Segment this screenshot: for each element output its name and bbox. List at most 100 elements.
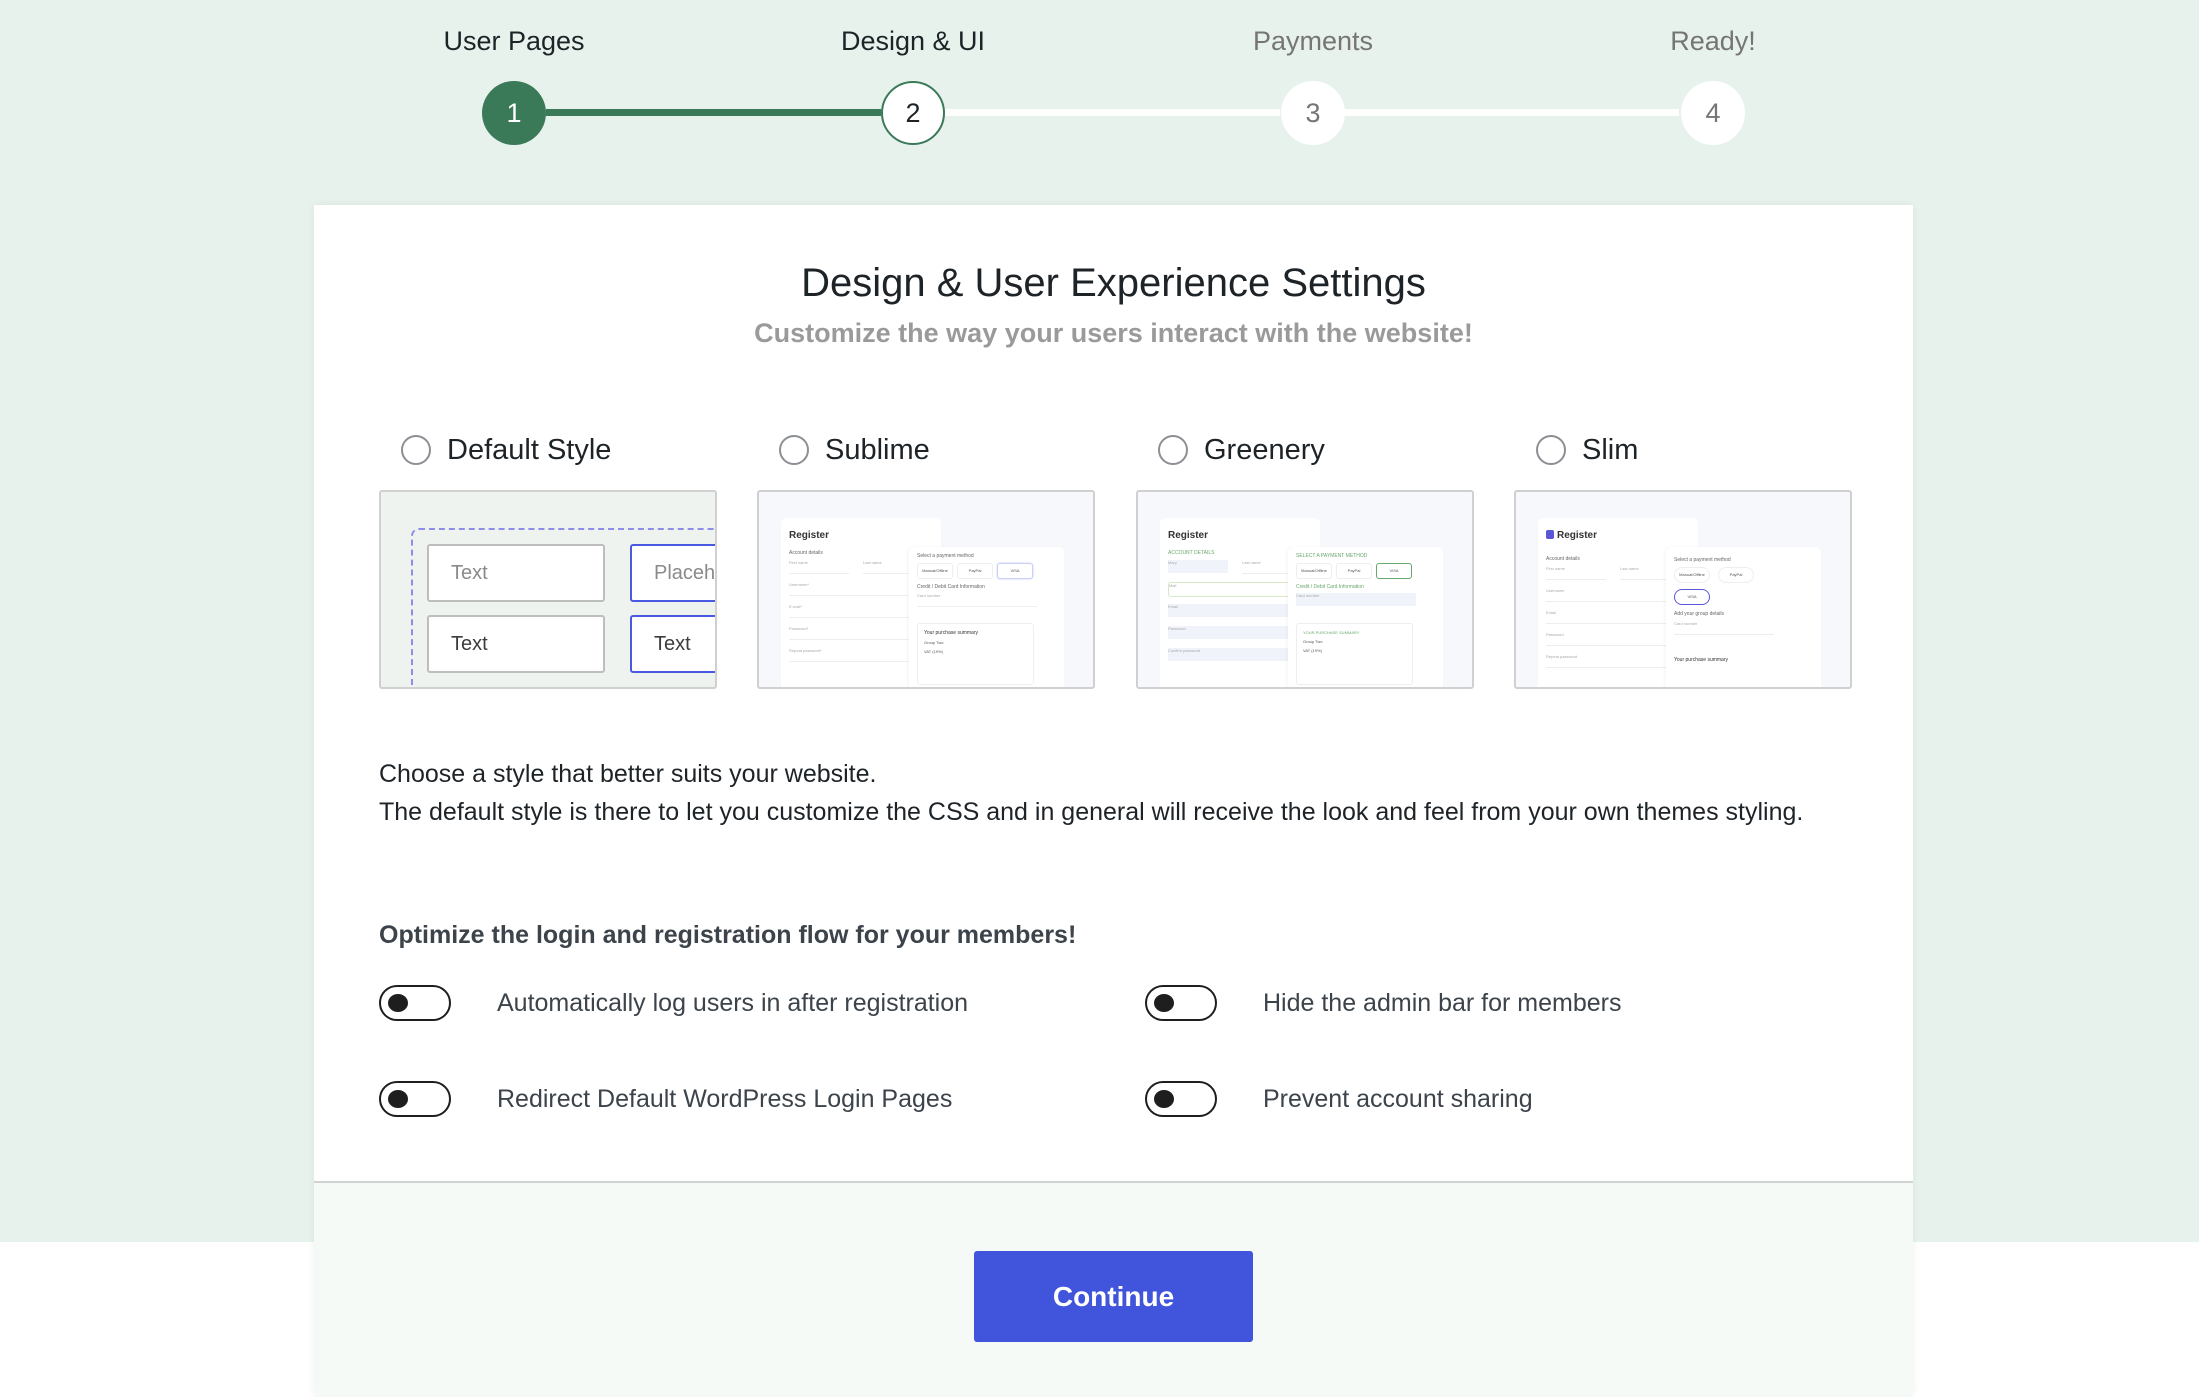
preview-pay-option: VISA (1674, 589, 1710, 605)
preview-pay-option: Manual/Offline (1674, 567, 1710, 583)
preview-field: First name (789, 560, 849, 574)
style-radio-slim[interactable]: Slim (1514, 430, 1852, 470)
step-3-circle: 3 (1281, 81, 1345, 145)
preview-field: Username* (789, 582, 914, 596)
preview-summary-row: Group Two (924, 640, 944, 645)
preview-payment-panel: Select a payment method Manual/Offline P… (909, 547, 1064, 687)
preview-payment-panel: Select a payment method Manual/Offline P… (1666, 547, 1821, 687)
preview-field: Last name (1620, 566, 1670, 580)
preview-section: Account details (1546, 556, 1580, 562)
preview-heading: Register (789, 530, 830, 541)
preview-payment-heading: Select a payment method (917, 553, 974, 559)
page-title: Design & User Experience Settings (801, 261, 1426, 305)
user-badge-icon (1546, 530, 1554, 539)
toggle-redirect-login[interactable]: Redirect Default WordPress Login Pages (379, 1079, 952, 1119)
toggle-hide-admin-bar[interactable]: Hide the admin bar for members (1145, 983, 1621, 1023)
preview-summary-heading: YOUR PURCHASE SUMMARY (1303, 630, 1360, 635)
continue-button[interactable]: Continue (974, 1251, 1253, 1342)
setup-stepper: User Pages Design & UI Payments Ready! 1… (0, 0, 2199, 160)
preview-field: Password (1546, 632, 1671, 646)
preview-field: Username (1546, 588, 1671, 602)
toggle-label: Hide the admin bar for members (1263, 988, 1622, 1017)
preview-field: Last name (1242, 560, 1292, 574)
toggle-knob (388, 1090, 408, 1108)
toggle-switch[interactable] (1145, 1081, 1217, 1117)
step-label-payments: Payments (1252, 26, 1374, 56)
toggle-label: Prevent account sharing (1263, 1084, 1533, 1113)
toggle-switch[interactable] (379, 1081, 451, 1117)
toggle-knob (1154, 994, 1174, 1012)
style-label: Slim (1582, 433, 1639, 466)
preview-summary: YOUR PURCHASE SUMMARY Group Two VAT (19%… (1296, 623, 1413, 685)
style-option-default[interactable]: Default Style Text Placeholder Text Text (379, 430, 717, 689)
style-radio-sublime[interactable]: Sublime (757, 430, 1095, 470)
preview-pay-option: VISA (997, 563, 1033, 579)
toggle-knob (388, 994, 408, 1012)
style-radio-greenery[interactable]: Greenery (1136, 430, 1474, 470)
style-radio-default[interactable]: Default Style (379, 430, 717, 470)
step-1-circle[interactable]: 1 (482, 81, 546, 145)
description-line-1: Choose a style that better suits your we… (379, 760, 877, 788)
page-subtitle: Customize the way your users interact wi… (754, 318, 1473, 348)
style-description: Choose a style that better suits your we… (379, 755, 1869, 831)
preview-field: Email (1546, 610, 1671, 624)
preview-summary-row: Group Two (1303, 639, 1323, 644)
step-label-user-pages: User Pages (443, 26, 585, 56)
style-option-slim[interactable]: Slim Register Account details First name… (1514, 430, 1852, 689)
preview-payment-heading: Select a payment method (1674, 557, 1731, 563)
preview-card-field: Card number (917, 593, 1037, 607)
step-label-ready: Ready! (1670, 26, 1756, 56)
radio-button[interactable] (1158, 435, 1188, 465)
toggle-label: Automatically log users in after registr… (497, 988, 969, 1017)
toggle-auto-login[interactable]: Automatically log users in after registr… (379, 983, 968, 1023)
settings-card: Design & User Experience Settings Custom… (314, 205, 1913, 1397)
preview-field: Password* (789, 626, 914, 640)
preview-field: Email (1168, 604, 1293, 617)
preview-field: Placeholder (630, 544, 715, 602)
preview-summary: Your purchase summary Group Two VAT (19%… (917, 623, 1034, 685)
step-connector-3-4 (1344, 109, 1679, 116)
step-connector-2-3 (945, 109, 1280, 116)
toggle-prevent-sharing[interactable]: Prevent account sharing (1145, 1079, 1533, 1119)
preview-pay-option: PayPal (1718, 567, 1754, 583)
style-preview-slim[interactable]: Register Account details First name Last… (1514, 490, 1852, 689)
preview-card-field: Card number (1296, 593, 1416, 606)
preview-pay-option: Manual/Offline (917, 563, 953, 579)
preview-pay-option: PayPal (1336, 563, 1372, 579)
preview-summary-heading: Your purchase summary (1674, 657, 1729, 663)
preview-field: Repeat password* (789, 648, 914, 662)
step-2-circle: 2 (881, 81, 945, 145)
preview-summary-row: VAT (19%) (1303, 648, 1322, 653)
radio-button[interactable] (401, 435, 431, 465)
preview-pay-option: VISA (1376, 563, 1412, 579)
preview-summary-heading: Your purchase summary (924, 630, 979, 636)
style-preview-greenery[interactable]: Register ACCOUNT DETAILS Mary Last name … (1136, 490, 1474, 689)
preview-field: First name (1546, 566, 1606, 580)
preview-summary-row: VAT (19%) (924, 649, 943, 654)
options-heading: Optimize the login and registration flow… (379, 921, 1077, 949)
style-preview-sublime[interactable]: Register Account details First name Last… (757, 490, 1095, 689)
preview-section: Account details (789, 550, 823, 556)
radio-button[interactable] (1536, 435, 1566, 465)
style-preview-default[interactable]: Text Placeholder Text Text (379, 490, 717, 689)
style-label: Sublime (825, 433, 930, 466)
radio-button[interactable] (779, 435, 809, 465)
toggle-switch[interactable] (1145, 985, 1217, 1021)
style-option-sublime[interactable]: Sublime Register Account details First n… (757, 430, 1095, 689)
toggle-knob (1154, 1090, 1174, 1108)
toggle-label: Redirect Default WordPress Login Pages (497, 1084, 953, 1113)
preview-field: Text (630, 615, 715, 673)
preview-field: Text (427, 544, 605, 602)
preview-card-heading: Credit / Debit Card Information (1296, 584, 1364, 590)
preview-field: E-mail* (789, 604, 914, 618)
toggle-switch[interactable] (379, 985, 451, 1021)
preview-pay-option: Manual/Offline (1296, 563, 1332, 579)
preview-payment-panel: SELECT A PAYMENT METHOD Manual/Offline P… (1288, 547, 1443, 687)
preview-heading: Register (1557, 530, 1598, 541)
preview-payment-heading: SELECT A PAYMENT METHOD (1296, 553, 1368, 559)
style-label: Greenery (1204, 433, 1325, 466)
preview-field: Confirm password (1168, 648, 1293, 661)
preview-heading-wrap: Register (1546, 530, 1597, 541)
style-option-greenery[interactable]: Greenery Register ACCOUNT DETAILS Mary L… (1136, 430, 1474, 689)
style-label: Default Style (447, 433, 612, 466)
